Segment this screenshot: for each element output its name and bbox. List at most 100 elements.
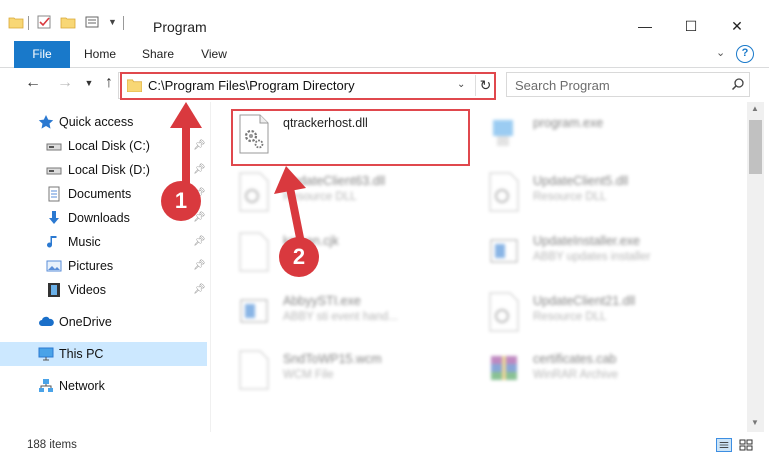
sidebar-item-quick-access[interactable]: Quick access bbox=[0, 110, 207, 134]
file-type: Resource DLL bbox=[533, 311, 607, 323]
back-arrow-icon[interactable]: ← bbox=[22, 74, 44, 92]
drive-icon bbox=[46, 167, 62, 175]
forward-arrow-icon[interactable]: → bbox=[54, 74, 76, 92]
sidebar-item-music[interactable]: Music 📌︎ bbox=[0, 230, 207, 254]
scroll-down-icon[interactable]: ▼ bbox=[751, 418, 759, 427]
sidebar-item-videos[interactable]: Videos 📌︎ bbox=[0, 278, 207, 302]
file-type: ABBY updates installer bbox=[533, 251, 651, 263]
sidebar-item-label: Local Disk (D:) bbox=[68, 163, 150, 177]
pictures-icon bbox=[46, 260, 62, 272]
archive-icon bbox=[491, 356, 517, 380]
dll-gear-file-icon bbox=[239, 172, 269, 212]
sidebar-item-label: Documents bbox=[68, 187, 132, 201]
sidebar-item-network[interactable]: Network bbox=[0, 374, 207, 398]
monitor-icon bbox=[38, 347, 54, 361]
sidebar-item-label: Videos bbox=[68, 283, 106, 297]
address-path[interactable]: C:\Program Files\Program Directory bbox=[148, 78, 355, 93]
search-placeholder: Search Program bbox=[515, 78, 610, 93]
tab-file[interactable]: File bbox=[14, 41, 70, 68]
properties-check-icon[interactable] bbox=[36, 14, 52, 30]
pin-icon[interactable]: 📌︎ bbox=[193, 164, 206, 175]
rename-icon[interactable] bbox=[84, 14, 100, 30]
installer-icon bbox=[490, 239, 518, 263]
tab-share[interactable]: Share bbox=[134, 41, 182, 68]
scrollbar-thumb[interactable] bbox=[749, 120, 762, 174]
generic-file-icon bbox=[239, 350, 269, 390]
file-name: UpdateClient63.dll bbox=[283, 174, 386, 188]
pin-icon[interactable]: 📌︎ bbox=[193, 140, 206, 151]
refresh-icon[interactable]: ↻ bbox=[475, 75, 495, 96]
file-item[interactable]: program.exe bbox=[487, 112, 737, 162]
file-type: Resource DLL bbox=[533, 191, 607, 203]
pin-icon[interactable]: 📌︎ bbox=[193, 284, 206, 295]
tab-home[interactable]: Home bbox=[76, 41, 124, 68]
download-arrow-icon bbox=[49, 211, 59, 224]
dll-gear-file-icon bbox=[239, 114, 269, 154]
details-view-icon[interactable] bbox=[716, 438, 732, 452]
scroll-up-icon[interactable]: ▲ bbox=[751, 104, 759, 113]
film-icon bbox=[48, 283, 60, 297]
sidebar-item-label: Local Disk (C:) bbox=[68, 139, 150, 153]
customize-toolbar-chevron-icon[interactable]: ▼ bbox=[108, 17, 117, 27]
sidebar-item-pictures[interactable]: Pictures 📌︎ bbox=[0, 254, 207, 278]
vertical-scrollbar[interactable]: ▲ ▼ bbox=[747, 102, 764, 432]
file-type: WinRAR Archive bbox=[533, 369, 618, 381]
dll-gear-file-icon bbox=[489, 292, 519, 332]
file-item[interactable]: UpdateInstaller.exe ABBY updates install… bbox=[487, 230, 737, 280]
new-folder-icon[interactable] bbox=[60, 14, 76, 30]
file-name: AbbyySTI.exe bbox=[283, 294, 361, 308]
file-item[interactable]: UpdateClient21.dll Resource DLL bbox=[487, 290, 737, 340]
generic-file-icon bbox=[239, 232, 269, 272]
dll-gear-file-icon bbox=[489, 172, 519, 212]
search-icon[interactable] bbox=[731, 77, 745, 91]
file-name: SndToWP15.wcm bbox=[283, 352, 382, 366]
file-type: ABBY sti event hand... bbox=[283, 311, 398, 323]
file-item[interactable]: UpdateClient5.dll Resource DLL bbox=[487, 170, 737, 220]
up-arrow-icon[interactable]: ↑ bbox=[98, 74, 120, 92]
step-callout-2: 2 bbox=[279, 237, 319, 277]
address-bar[interactable]: C:\Program Files\Program Directory ⌄ ↻ bbox=[118, 72, 496, 99]
large-icons-view-icon[interactable] bbox=[738, 438, 754, 452]
file-name: UpdateClient21.dll bbox=[533, 294, 636, 308]
recent-locations-chevron-icon[interactable]: ▼ bbox=[78, 78, 100, 88]
address-dropdown-chevron-icon[interactable]: ⌄ bbox=[457, 79, 465, 90]
file-item[interactable]: UpdateClient63.dll Resource DLL bbox=[237, 170, 487, 220]
minimize-button[interactable]: — bbox=[622, 12, 668, 40]
sidebar-item-label: Pictures bbox=[68, 259, 114, 273]
title-bar: ▼ Program — ☐ ✕ bbox=[0, 0, 769, 40]
help-icon[interactable]: ? bbox=[736, 45, 754, 63]
expand-ribbon-chevron-icon[interactable]: ⌄ bbox=[716, 46, 725, 59]
ribbon-tabs: File Home Share View ⌄ ? bbox=[0, 41, 769, 68]
exe-file-icon bbox=[240, 299, 268, 323]
file-item[interactable]: SndToWP15.wcm WCM File bbox=[237, 348, 487, 398]
exe-file-icon bbox=[493, 120, 513, 146]
window-title: Program bbox=[153, 19, 207, 35]
file-name: UpdateInstaller.exe bbox=[533, 234, 641, 248]
network-icon bbox=[39, 379, 53, 392]
file-item[interactable]: ksman.cjk bbox=[237, 230, 487, 280]
file-type: WCM File bbox=[283, 369, 334, 381]
close-button[interactable]: ✕ bbox=[714, 12, 760, 40]
file-name: UpdateClient5.dll bbox=[533, 174, 629, 188]
sidebar-item-label: Downloads bbox=[68, 211, 130, 225]
folder-icon bbox=[8, 17, 24, 29]
sidebar-item-label: This PC bbox=[59, 347, 104, 361]
maximize-button[interactable]: ☐ bbox=[668, 12, 714, 40]
file-name: certificates.cab bbox=[533, 352, 617, 366]
sidebar-item-label: OneDrive bbox=[59, 315, 112, 329]
file-item[interactable]: certificates.cab WinRAR Archive bbox=[487, 348, 737, 398]
file-item[interactable]: AbbyySTI.exe ABBY sti event hand... bbox=[237, 290, 487, 340]
item-count: 188 items bbox=[27, 439, 77, 451]
folder-icon bbox=[127, 79, 142, 92]
sidebar-item-label: Music bbox=[68, 235, 101, 249]
sidebar-item-onedrive[interactable]: OneDrive bbox=[0, 310, 207, 334]
tab-view[interactable]: View bbox=[192, 41, 236, 68]
pin-icon[interactable]: 📌︎ bbox=[193, 260, 206, 271]
sidebar-item-local-disk-d[interactable]: Local Disk (D:) 📌︎ bbox=[0, 158, 207, 182]
file-item-qtrackerhost[interactable]: qtrackerhost.dll bbox=[237, 112, 487, 162]
file-name: program.exe bbox=[533, 116, 604, 130]
search-input[interactable]: Search Program bbox=[506, 72, 750, 97]
sidebar-item-this-pc[interactable]: This PC bbox=[0, 342, 207, 366]
pin-icon[interactable]: 📌︎ bbox=[193, 236, 206, 247]
sidebar-item-local-disk-c[interactable]: Local Disk (C:) 📌︎ bbox=[0, 134, 207, 158]
